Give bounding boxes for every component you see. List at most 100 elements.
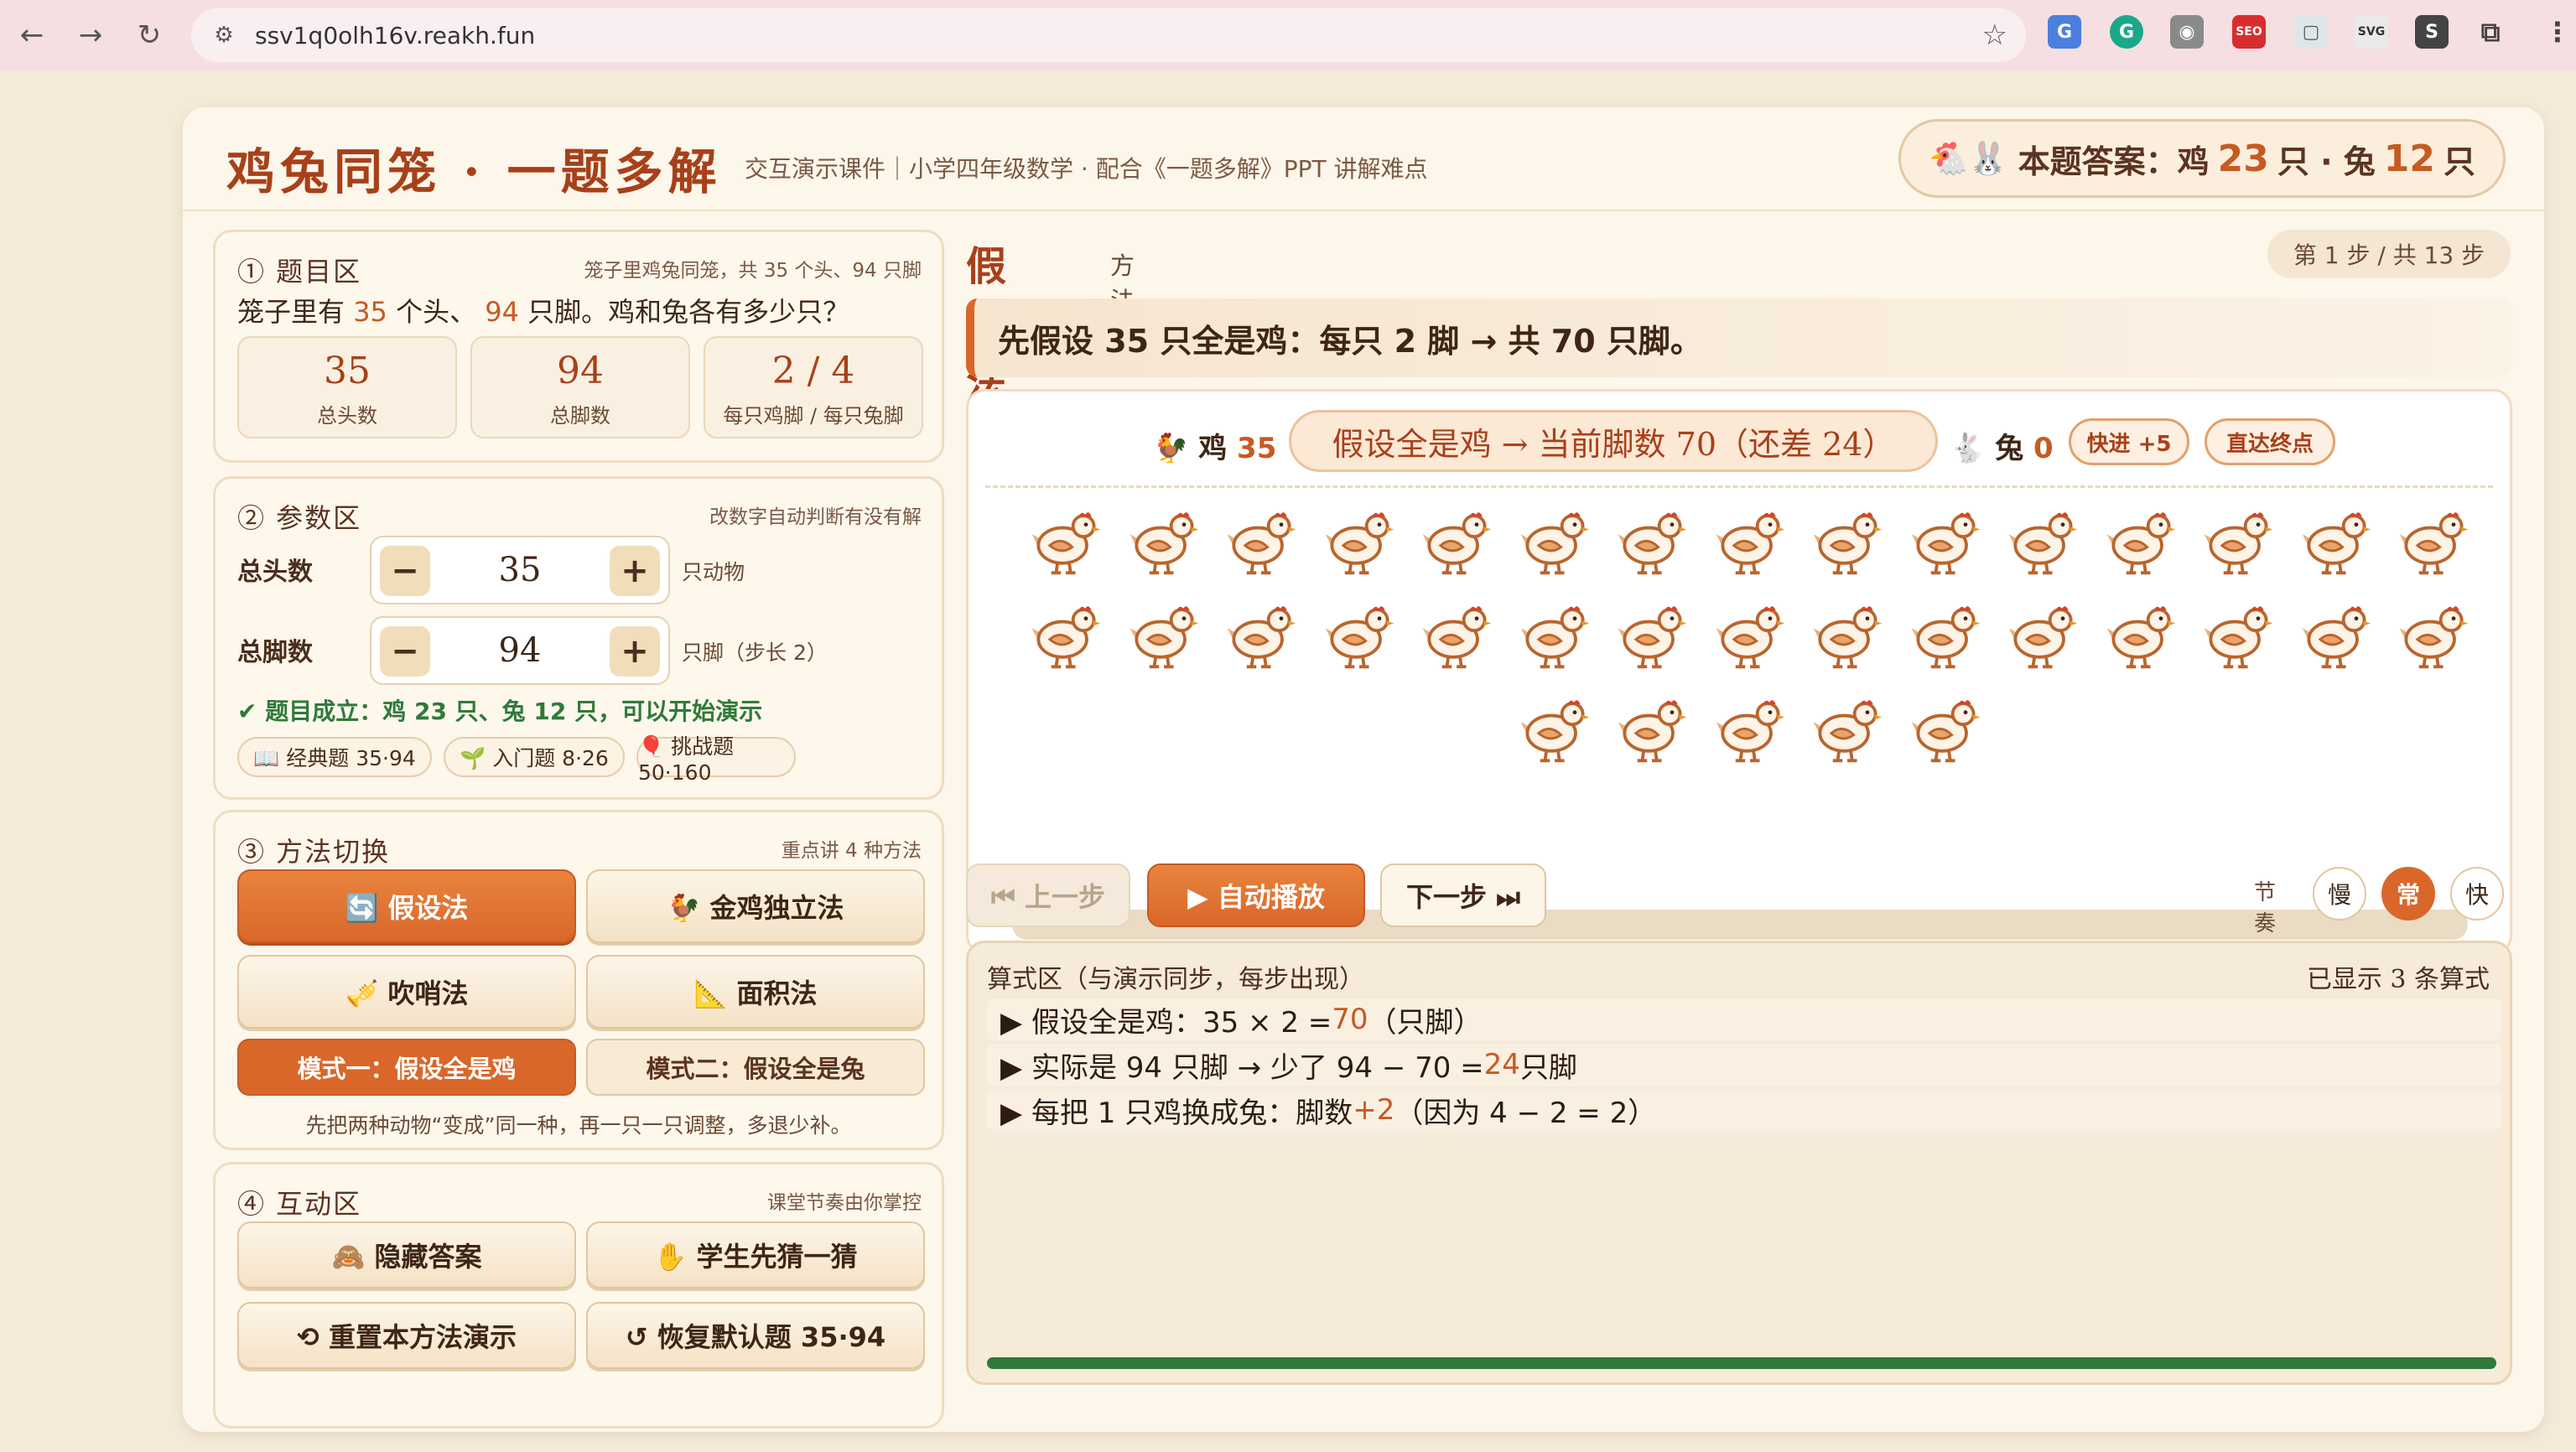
chicken-icon xyxy=(1416,499,1497,579)
chicken-icon xyxy=(1612,499,1692,579)
site-settings-icon[interactable]: ⚙ xyxy=(210,21,238,49)
methods-panel: ③ 方法切换 重点讲 4 种方法 🔄 假设法 🐓 金鸡独立法 🎺 吹哨法 📐 面… xyxy=(213,810,944,1150)
speed-normal-button[interactable]: 常 xyxy=(2381,867,2435,920)
rabbit-small-icon: 🐇 xyxy=(1950,432,1986,465)
chicken-icon xyxy=(1807,593,1888,673)
stat-value: 94 xyxy=(557,350,604,392)
preset-challenge-button[interactable]: 🎈 挑战题 50·160 xyxy=(636,734,796,785)
heads-label: 总头数 xyxy=(237,557,313,587)
formula-line: ▶ 每把 1 只鸡换成兔：脚数 +2 （因为 4 − 2 = 2） xyxy=(987,1089,2501,1131)
chicken-icon xyxy=(2296,499,2376,579)
speed-slow-button[interactable]: 慢 xyxy=(2313,867,2366,920)
legs-unit: 只脚（步长 2） xyxy=(682,640,828,665)
preset-classic-button[interactable]: 📖 经典题 35·94 xyxy=(237,737,432,777)
translate-extension-icon[interactable]: G xyxy=(2048,15,2081,49)
chicken-icon xyxy=(2393,593,2474,673)
chicken-icon xyxy=(1514,499,1595,579)
problem-question: 笼子里有 35 个头、 94 只脚。鸡和兔各有多少只？ xyxy=(237,291,849,329)
heads-value[interactable]: 35 xyxy=(430,551,610,589)
method-assumption-button[interactable]: 🔄 假设法 xyxy=(237,869,576,943)
question-pre: 笼子里有 xyxy=(237,296,345,328)
stat-label: 总脚数 xyxy=(550,404,610,428)
step-explanation: 先假设 35 只全是鸡：每只 2 脚 → 共 70 只脚。 xyxy=(966,298,2512,377)
method-whistle-button[interactable]: 🎺 吹哨法 xyxy=(237,955,576,1029)
extensions-puzzle-icon[interactable]: ⧉ xyxy=(2474,15,2507,49)
validity-status: ✔ 题目成立：鸡 23 只、兔 12 只，可以开始演示 xyxy=(237,697,763,725)
mode-all-rabbit-button[interactable]: 模式二：假设全是兔 xyxy=(586,1039,925,1096)
legs-stepper: − 94 + xyxy=(370,616,670,685)
formula-text: ▶ 实际是 94 只脚 → 少了 94 − 70 = xyxy=(1000,1050,1484,1085)
preset-beginner-button[interactable]: 🌱 入门题 8·26 xyxy=(444,737,625,777)
formula-text: 只脚 xyxy=(1519,1050,1577,1085)
jump-to-end-button[interactable]: 直达终点 xyxy=(2205,418,2335,465)
rabbit-counter-label: 兔 xyxy=(1995,432,2024,465)
back-icon[interactable]: ← xyxy=(15,18,49,52)
browser-toolbar: ← → ↻ ⚙ ssv1q0olh16v.reakh.fun ☆ G G ◉ S… xyxy=(0,0,2576,70)
chicken-icon xyxy=(2393,499,2474,579)
student-guess-button[interactable]: ✋ 学生先猜一猜 xyxy=(586,1221,925,1289)
heads-minus-button[interactable]: − xyxy=(380,546,430,596)
methods-panel-note: 重点讲 4 种方法 xyxy=(781,840,922,862)
stat-value: 35 xyxy=(324,350,371,392)
step-indicator: 第 1 步 / 共 13 步 xyxy=(2267,230,2511,278)
answer-chicken: 23 xyxy=(2217,137,2269,180)
hide-answer-button[interactable]: 🙈 隐藏答案 xyxy=(237,1221,576,1289)
chicken-icon xyxy=(1124,499,1204,579)
answer-mid: 只 · 兔 xyxy=(2277,143,2376,180)
legs-value[interactable]: 94 xyxy=(430,631,610,670)
reload-icon[interactable]: ↻ xyxy=(132,18,166,52)
chicken-counter: 🐓 鸡 35 xyxy=(1153,425,1276,466)
chicken-icon xyxy=(2198,499,2278,579)
methods-panel-title: ③ 方法切换 xyxy=(237,836,391,868)
heads-stepper: − 35 + xyxy=(370,536,670,604)
auto-play-button[interactable]: ▶ 自动播放 xyxy=(1147,863,1365,927)
bookmark-star-icon[interactable]: ☆ xyxy=(1982,18,2007,52)
more-icon[interactable]: ⋮ xyxy=(2541,15,2574,49)
stage-state: 假设全是鸡 → 当前脚数 70（还差 24） xyxy=(1289,410,1938,472)
chicken-rabbit-icon: 🐔🐰 xyxy=(1928,139,2008,177)
prev-step-button[interactable]: ⏮ 上一步 xyxy=(966,863,1130,927)
next-step-button[interactable]: 下一步 ⏭ xyxy=(1380,863,1546,927)
formula-text: （因为 4 − 2 = 2） xyxy=(1394,1096,1657,1130)
question-post: 只脚。鸡和兔各有多少只？ xyxy=(527,296,850,328)
question-legs: 94 xyxy=(485,296,519,328)
stat-label: 每只鸡脚 / 每只兔脚 xyxy=(723,404,904,428)
heads-plus-button[interactable]: + xyxy=(610,546,660,596)
app-header: 鸡兔同笼 · 一题多解 交互演示课件｜小学四年级数学 · 配合《一题多解》PPT… xyxy=(183,107,2544,211)
chicken-icon xyxy=(1026,499,1106,579)
chicken-icon xyxy=(1807,687,1888,767)
mode-all-chicken-button[interactable]: 模式一：假设全是鸡 xyxy=(237,1039,576,1096)
app-page: 鸡兔同笼 · 一题多解 交互演示课件｜小学四年级数学 · 配合《一题多解》PPT… xyxy=(183,107,2544,1432)
fast-forward-button[interactable]: 快进 +5 xyxy=(2069,418,2189,465)
stat-card-heads: 35 总头数 xyxy=(237,336,457,438)
seo-extension-icon[interactable]: SEO xyxy=(2232,15,2266,49)
restore-default-button[interactable]: ↺ 恢复默认题 35·94 xyxy=(586,1302,925,1369)
method-area-button[interactable]: 📐 面积法 xyxy=(586,955,925,1029)
svg-extension-icon[interactable]: SVG xyxy=(2355,15,2388,49)
method-golden-rooster-button[interactable]: 🐓 金鸡独立法 xyxy=(586,869,925,943)
s-extension-icon[interactable]: S xyxy=(2415,15,2449,49)
chicken-icon xyxy=(1319,593,1400,673)
formula-count: 已显示 3 条算式 xyxy=(2306,965,2490,994)
legs-minus-button[interactable]: − xyxy=(380,626,430,677)
stage-divider xyxy=(985,485,2493,488)
reset-method-button[interactable]: ⟲ 重置本方法演示 xyxy=(237,1302,576,1369)
stat-label: 总头数 xyxy=(317,404,377,428)
formula-title: 算式区（与演示同步，每步出现） xyxy=(987,965,1364,994)
forward-icon[interactable]: → xyxy=(74,18,107,52)
legs-label: 总脚数 xyxy=(237,638,313,667)
answer-rabbit: 12 xyxy=(2383,137,2435,180)
legs-plus-button[interactable]: + xyxy=(610,626,660,677)
camera-extension-icon[interactable]: ◉ xyxy=(2170,15,2204,49)
method-hint: 先把两种动物“变成”同一种，再一只一只调整，多退少补。 xyxy=(305,1113,852,1138)
speed-fast-button[interactable]: 快 xyxy=(2450,867,2504,920)
params-panel-title: ② 参数区 xyxy=(237,502,362,534)
notes-extension-icon[interactable]: ▢ xyxy=(2294,15,2328,49)
grammarly-extension-icon[interactable]: G xyxy=(2110,15,2143,49)
rabbit-counter: 🐇 兔 0 xyxy=(1950,425,2054,466)
problem-panel: ① 题目区 笼子里鸡兔同笼，共 35 个头、94 只脚 笼子里有 35 个头、 … xyxy=(213,230,944,463)
url-text[interactable]: ssv1q0olh16v.reakh.fun xyxy=(255,22,535,49)
problem-panel-note: 笼子里鸡兔同笼，共 35 个头、94 只脚 xyxy=(584,260,922,282)
heads-unit: 只动物 xyxy=(682,560,745,584)
address-bar[interactable]: ⚙ ssv1q0olh16v.reakh.fun ☆ xyxy=(191,8,2026,62)
